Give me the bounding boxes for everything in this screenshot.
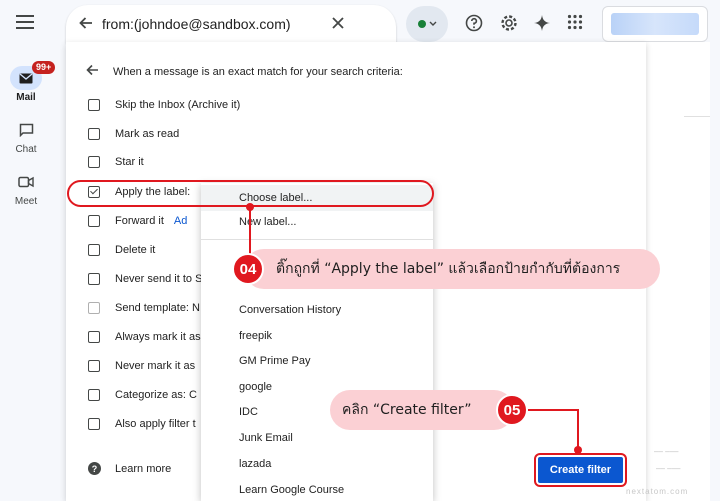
rail-label-mail: Mail — [16, 92, 36, 103]
add-forwarding-link[interactable]: Ad — [174, 215, 187, 227]
rail-label-chat: Chat — [15, 144, 37, 155]
checkbox[interactable] — [88, 331, 100, 343]
menu-icon[interactable] — [16, 15, 34, 29]
video-camera-icon — [10, 170, 42, 194]
gemini-sparkle-icon[interactable] — [533, 14, 551, 37]
menu-item-label[interactable]: GM Prime Pay — [239, 355, 311, 367]
checkbox[interactable] — [88, 244, 100, 256]
callout-step5-text: คลิก “Create filter” — [342, 402, 472, 418]
option-never-important[interactable]: Never mark it as — [88, 358, 195, 374]
checkbox[interactable] — [88, 418, 100, 430]
clear-search-icon[interactable] — [329, 14, 347, 37]
rail-item-mail[interactable]: 99+ Mail — [0, 61, 56, 103]
option-star[interactable]: Star it — [88, 154, 144, 170]
callout-step4-text: ติ๊กถูกที่ “Apply the label” แล้วเลือกป้… — [276, 261, 621, 277]
annotation-connector — [249, 207, 251, 255]
checkbox-disabled — [88, 302, 100, 314]
help-icon[interactable] — [465, 14, 483, 37]
learn-more-link[interactable]: ? Learn more — [88, 462, 171, 475]
rail-item-meet[interactable]: Meet — [0, 170, 52, 207]
back-arrow-icon[interactable] — [86, 64, 99, 79]
checkbox[interactable] — [88, 360, 100, 372]
account-switcher[interactable] — [602, 6, 708, 42]
option-apply-existing[interactable]: Also apply filter t — [88, 416, 196, 432]
rail-label-meet: Meet — [14, 196, 38, 207]
rail-item-chat[interactable]: Chat — [0, 118, 52, 155]
mail-icon: 99+ — [10, 61, 56, 90]
callout-step4: ติ๊กถูกที่ “Apply the label” แล้วเลือกป้… — [244, 249, 660, 289]
label-dropdown-menu: Choose label... New label... Conversatio… — [201, 183, 433, 501]
checkbox[interactable] — [88, 99, 100, 111]
checkbox[interactable] — [88, 273, 100, 285]
left-rail: 99+ Mail Chat Meet — [0, 0, 56, 501]
menu-item-label[interactable]: google — [239, 381, 272, 393]
unread-badge: 99+ — [32, 61, 56, 74]
dialog-header: When a message is an exact match for you… — [86, 64, 403, 79]
chevron-down-icon — [429, 21, 436, 26]
option-never-spam[interactable]: Never send it to S — [88, 271, 202, 287]
step-badge-05: 05 — [496, 394, 528, 426]
back-arrow-icon[interactable] — [78, 15, 94, 36]
menu-item-label[interactable]: Conversation History — [239, 304, 341, 316]
checkbox[interactable] — [88, 215, 100, 227]
apps-grid-icon[interactable] — [567, 14, 583, 35]
watermark: nextatom.com — [626, 487, 689, 496]
checkbox[interactable] — [88, 128, 100, 140]
annotation-connector — [528, 409, 578, 411]
option-send-template[interactable]: Send template: N — [88, 300, 200, 316]
option-categorize[interactable]: Categorize as: C — [88, 387, 197, 403]
menu-item-label[interactable]: IDC — [239, 406, 258, 418]
option-always-important[interactable]: Always mark it as — [88, 329, 201, 345]
menu-item-label[interactable]: freepik — [239, 330, 272, 342]
search-query[interactable]: from:(johndoe@sandbox.com) — [102, 16, 291, 32]
help-circle-icon: ? — [88, 462, 101, 475]
step-badge-04: 04 — [232, 253, 264, 285]
create-filter-button[interactable]: Create filter — [536, 455, 625, 485]
annotation-connector — [577, 409, 579, 449]
checkbox[interactable] — [88, 156, 100, 168]
option-mark-read[interactable]: Mark as read — [88, 126, 179, 142]
dialog-heading: When a message is an exact match for you… — [113, 65, 403, 78]
status-selector[interactable] — [406, 6, 448, 42]
chat-icon — [10, 118, 42, 142]
annotation-dot — [574, 446, 582, 454]
blurred-account-name — [611, 13, 699, 35]
menu-item-label[interactable]: lazada — [239, 458, 271, 470]
checkbox[interactable] — [88, 389, 100, 401]
menu-item-new-label[interactable]: New label... — [239, 216, 296, 228]
settings-gear-icon[interactable] — [500, 14, 518, 37]
callout-step5: คลิก “Create filter” — [330, 390, 514, 430]
menu-item-label[interactable]: Learn Google Course — [239, 484, 344, 496]
menu-divider — [201, 239, 433, 240]
menu-item-label[interactable]: Junk Email — [239, 432, 293, 444]
option-skip-inbox[interactable]: Skip the Inbox (Archive it) — [88, 97, 240, 113]
option-forward[interactable]: Forward it Ad — [88, 213, 187, 229]
option-delete[interactable]: Delete it — [88, 242, 155, 258]
search-bar[interactable]: from:(johndoe@sandbox.com) — [66, 5, 396, 43]
active-status-dot — [417, 20, 426, 28]
